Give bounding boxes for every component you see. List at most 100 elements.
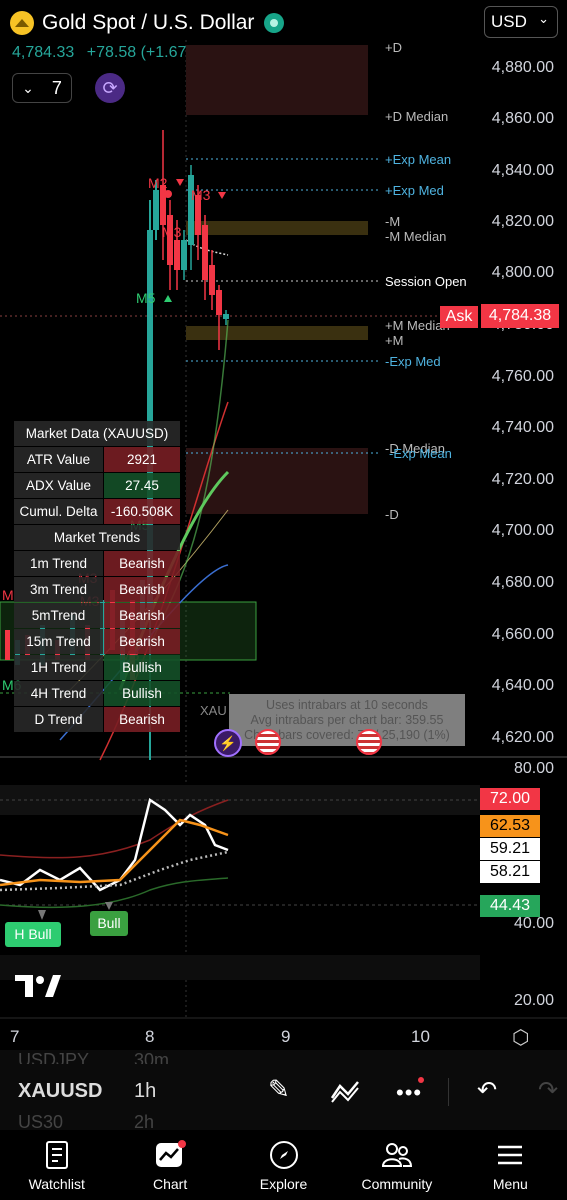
d-minus-zone bbox=[186, 448, 368, 514]
table-row: ATR Value 2921 bbox=[14, 447, 180, 472]
signal-h-bull: H Bull bbox=[5, 922, 61, 947]
signal-bull: Bull bbox=[90, 911, 128, 936]
price-tick: 4,840.00 bbox=[491, 162, 554, 179]
nav-community[interactable]: Community bbox=[340, 1130, 453, 1200]
row-value: Bullish bbox=[104, 655, 180, 680]
marker-label: M bbox=[2, 587, 14, 603]
level-exp-med-plus: +Exp Med bbox=[385, 183, 444, 198]
us-flag-event-icon[interactable] bbox=[356, 729, 382, 755]
trends-title: Market Trends bbox=[14, 525, 180, 550]
nav-label: Menu bbox=[492, 1176, 528, 1192]
time-tick: 7 bbox=[10, 1027, 20, 1046]
table-row: Cumul. Delta -160.508K bbox=[14, 499, 180, 524]
timeframe-selector[interactable]: 1h bbox=[134, 1080, 156, 1103]
table-row: 1H Trend Bullish bbox=[14, 655, 180, 680]
nav-label: Explore bbox=[259, 1176, 308, 1192]
price-tick: 4,660.00 bbox=[491, 626, 554, 643]
level-exp-med-minus: -Exp Med bbox=[385, 354, 441, 369]
nav-explore[interactable]: Explore bbox=[227, 1130, 340, 1200]
level-exp-mean-minus: -Exp Mean bbox=[389, 446, 452, 461]
price-tick: 4,640.00 bbox=[491, 677, 554, 694]
table-row: 4H Trend Bullish bbox=[14, 681, 180, 706]
level-m-minus-median: -M Median bbox=[385, 229, 447, 244]
marker-label: M3 bbox=[191, 187, 211, 203]
settings-hexagon-icon[interactable]: ⬡ bbox=[512, 1025, 529, 1050]
price-tick: 4,720.00 bbox=[491, 471, 554, 488]
price-tick: 4,620.00 bbox=[491, 729, 554, 746]
bottom-nav: Watchlist Chart Explore Community Menu bbox=[0, 1130, 567, 1200]
osc-value-tag: 59.21 bbox=[480, 838, 540, 860]
nav-watchlist[interactable]: Watchlist bbox=[0, 1130, 113, 1200]
undo-icon[interactable]: ↶ bbox=[477, 1076, 497, 1105]
row-value: 27.45 bbox=[104, 473, 180, 498]
symbol-fragment: XAU bbox=[200, 703, 227, 718]
osc-tick: 20.00 bbox=[513, 992, 554, 1009]
nav-menu[interactable]: Menu bbox=[454, 1130, 567, 1200]
indicators-icon[interactable] bbox=[330, 1078, 360, 1104]
us-flag-event-icon[interactable] bbox=[255, 729, 281, 755]
table-row: D Trend Bearish bbox=[14, 707, 180, 732]
menu-icon bbox=[498, 1145, 523, 1165]
symbol-selector[interactable]: XAUUSD bbox=[18, 1080, 102, 1103]
lightning-event-icon[interactable]: ⚡ bbox=[214, 729, 242, 757]
marker-label: M2 bbox=[148, 175, 168, 191]
row-value: Bearish bbox=[104, 577, 180, 602]
nav-label: Watchlist bbox=[28, 1176, 85, 1192]
info-line: Uses intrabars at 10 seconds bbox=[266, 698, 428, 712]
level-d-plus-median: +D Median bbox=[385, 109, 449, 124]
peek-symbol: USDJPY bbox=[18, 1050, 90, 1064]
table-row: 3m Trend Bearish bbox=[14, 577, 180, 602]
osc-value-tag: 72.00 bbox=[480, 788, 540, 810]
row-label: 15m Trend bbox=[14, 629, 103, 654]
level-d-plus: +D bbox=[385, 40, 402, 55]
time-tick: 9 bbox=[281, 1027, 291, 1046]
marker-label: M5 bbox=[136, 290, 156, 306]
time-tick: 10 bbox=[411, 1027, 430, 1046]
chart-icon bbox=[156, 1140, 187, 1167]
ask-label: Ask bbox=[440, 306, 478, 328]
row-label: ADX Value bbox=[14, 473, 103, 498]
nav-label: Chart bbox=[152, 1176, 188, 1192]
price-tick: 4,760.00 bbox=[491, 368, 554, 385]
osc-value-tag: 44.43 bbox=[480, 895, 540, 917]
nav-chart[interactable]: Chart bbox=[113, 1130, 226, 1200]
row-label: 5mTrend bbox=[14, 603, 103, 628]
row-value: 2921 bbox=[104, 447, 180, 472]
time-tick: 8 bbox=[145, 1027, 155, 1046]
pencil-icon[interactable]: ✎ bbox=[268, 1074, 290, 1105]
row-value: -160.508K bbox=[104, 499, 180, 524]
osc-tick: 80.00 bbox=[513, 760, 554, 777]
row-label: ATR Value bbox=[14, 447, 103, 472]
level-d-minus: -D bbox=[385, 507, 399, 522]
table-row: ADX Value 27.45 bbox=[14, 473, 180, 498]
price-tick: 4,700.00 bbox=[491, 522, 554, 539]
row-label: Cumul. Delta bbox=[14, 499, 103, 524]
d-plus-zone bbox=[186, 45, 368, 115]
level-exp-mean-plus: +Exp Mean bbox=[385, 152, 452, 167]
row-value: Bullish bbox=[104, 681, 180, 706]
row-label: D Trend bbox=[14, 707, 103, 732]
osc-value-tag: 58.21 bbox=[480, 861, 540, 883]
price-tick: 4,880.00 bbox=[491, 59, 554, 76]
level-m-minus: -M bbox=[385, 214, 401, 229]
osc-value-tag: 62.53 bbox=[480, 815, 540, 837]
more-icon[interactable]: ••• bbox=[396, 1080, 422, 1106]
m-minus-zone bbox=[186, 221, 368, 235]
ask-price: 4,784.38 bbox=[481, 304, 559, 328]
table-row: 1m Trend Bearish bbox=[14, 551, 180, 576]
peek-tf: 2h bbox=[134, 1112, 155, 1128]
level-session-open: Session Open bbox=[385, 274, 467, 289]
osc-band-bottom bbox=[0, 955, 480, 980]
osc-tick: 40.00 bbox=[513, 915, 554, 932]
table-row: 5mTrend Bearish bbox=[14, 603, 180, 628]
tradingview-logo-icon bbox=[15, 975, 61, 997]
compass-icon bbox=[269, 1141, 298, 1169]
row-value: Bearish bbox=[104, 629, 180, 654]
marker-label: M3 bbox=[162, 224, 182, 240]
toolbar-divider bbox=[448, 1078, 449, 1106]
row-value: Bearish bbox=[104, 551, 180, 576]
market-data-table: Market Data (XAUUSD) ATR Value 2921 ADX V… bbox=[13, 420, 181, 733]
row-label: 4H Trend bbox=[14, 681, 103, 706]
row-label: 1H Trend bbox=[14, 655, 103, 680]
redo-icon[interactable]: ↷ bbox=[538, 1076, 558, 1105]
